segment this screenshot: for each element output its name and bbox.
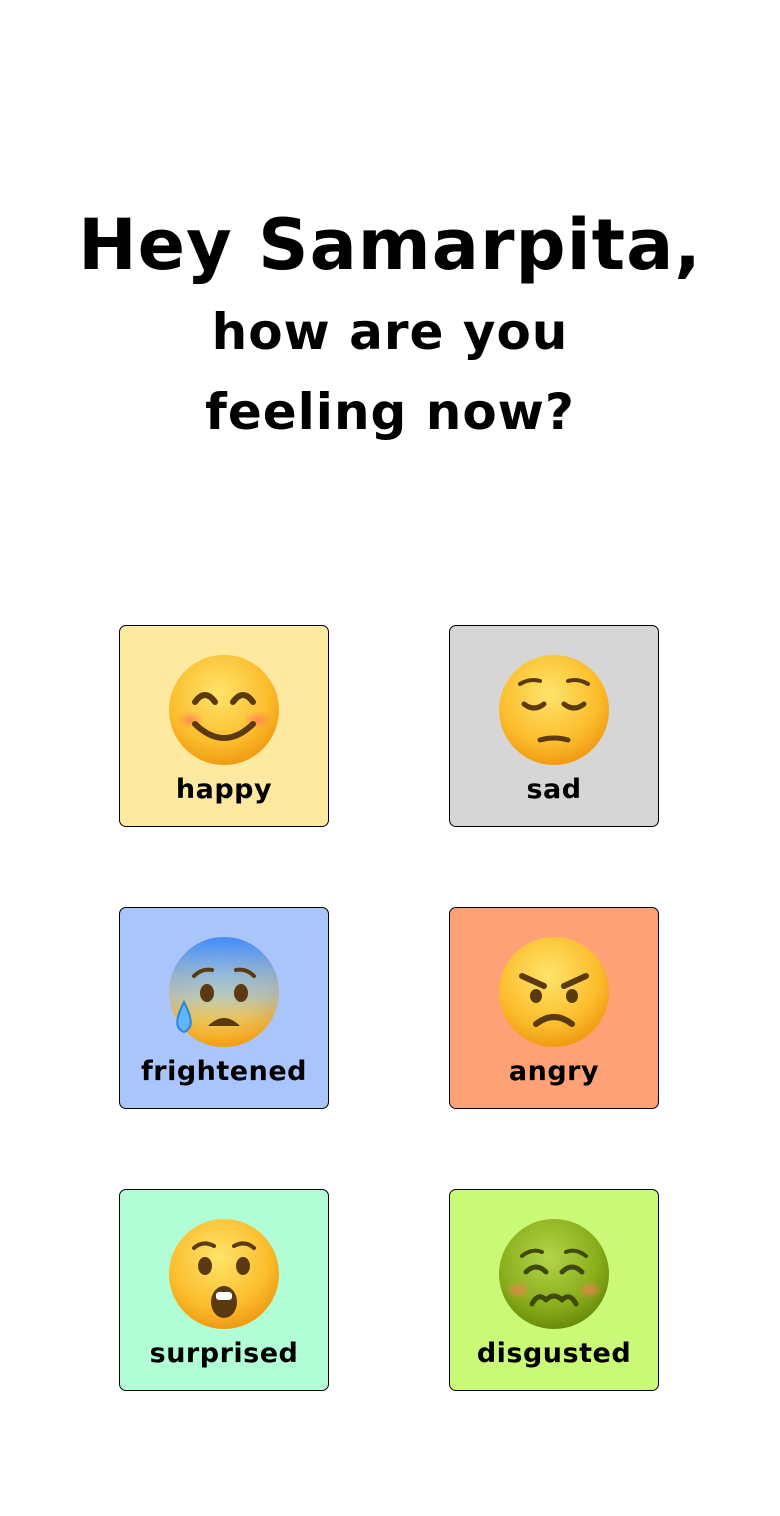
- nauseated-face-icon: [499, 1219, 609, 1329]
- smiling-face-icon: [169, 655, 279, 765]
- anxious-face-with-sweat-icon: [169, 937, 279, 1047]
- mood-label-sad: sad: [526, 774, 582, 805]
- mood-card-sad[interactable]: sad: [449, 625, 659, 827]
- mood-card-angry[interactable]: angry: [449, 907, 659, 1109]
- mood-label-disgusted: disgusted: [476, 1338, 632, 1369]
- mood-card-disgusted[interactable]: disgusted: [449, 1189, 659, 1391]
- mood-label-frightened: frightened: [141, 1056, 307, 1087]
- mood-label-angry: angry: [508, 1056, 600, 1087]
- mood-card-frightened[interactable]: frightened: [119, 907, 329, 1109]
- pensive-face-icon: [499, 655, 609, 765]
- angry-face-icon: [499, 937, 609, 1047]
- mood-label-surprised: surprised: [149, 1338, 299, 1369]
- mood-label-happy: happy: [175, 774, 273, 805]
- hushed-face-icon: [169, 1219, 279, 1329]
- greeting-name: Hey Samarpita,: [78, 204, 702, 286]
- greeting-question: how are you feeling now?: [205, 303, 575, 441]
- mood-card-happy[interactable]: happy: [119, 625, 329, 827]
- mood-card-surprised[interactable]: surprised: [119, 1189, 329, 1391]
